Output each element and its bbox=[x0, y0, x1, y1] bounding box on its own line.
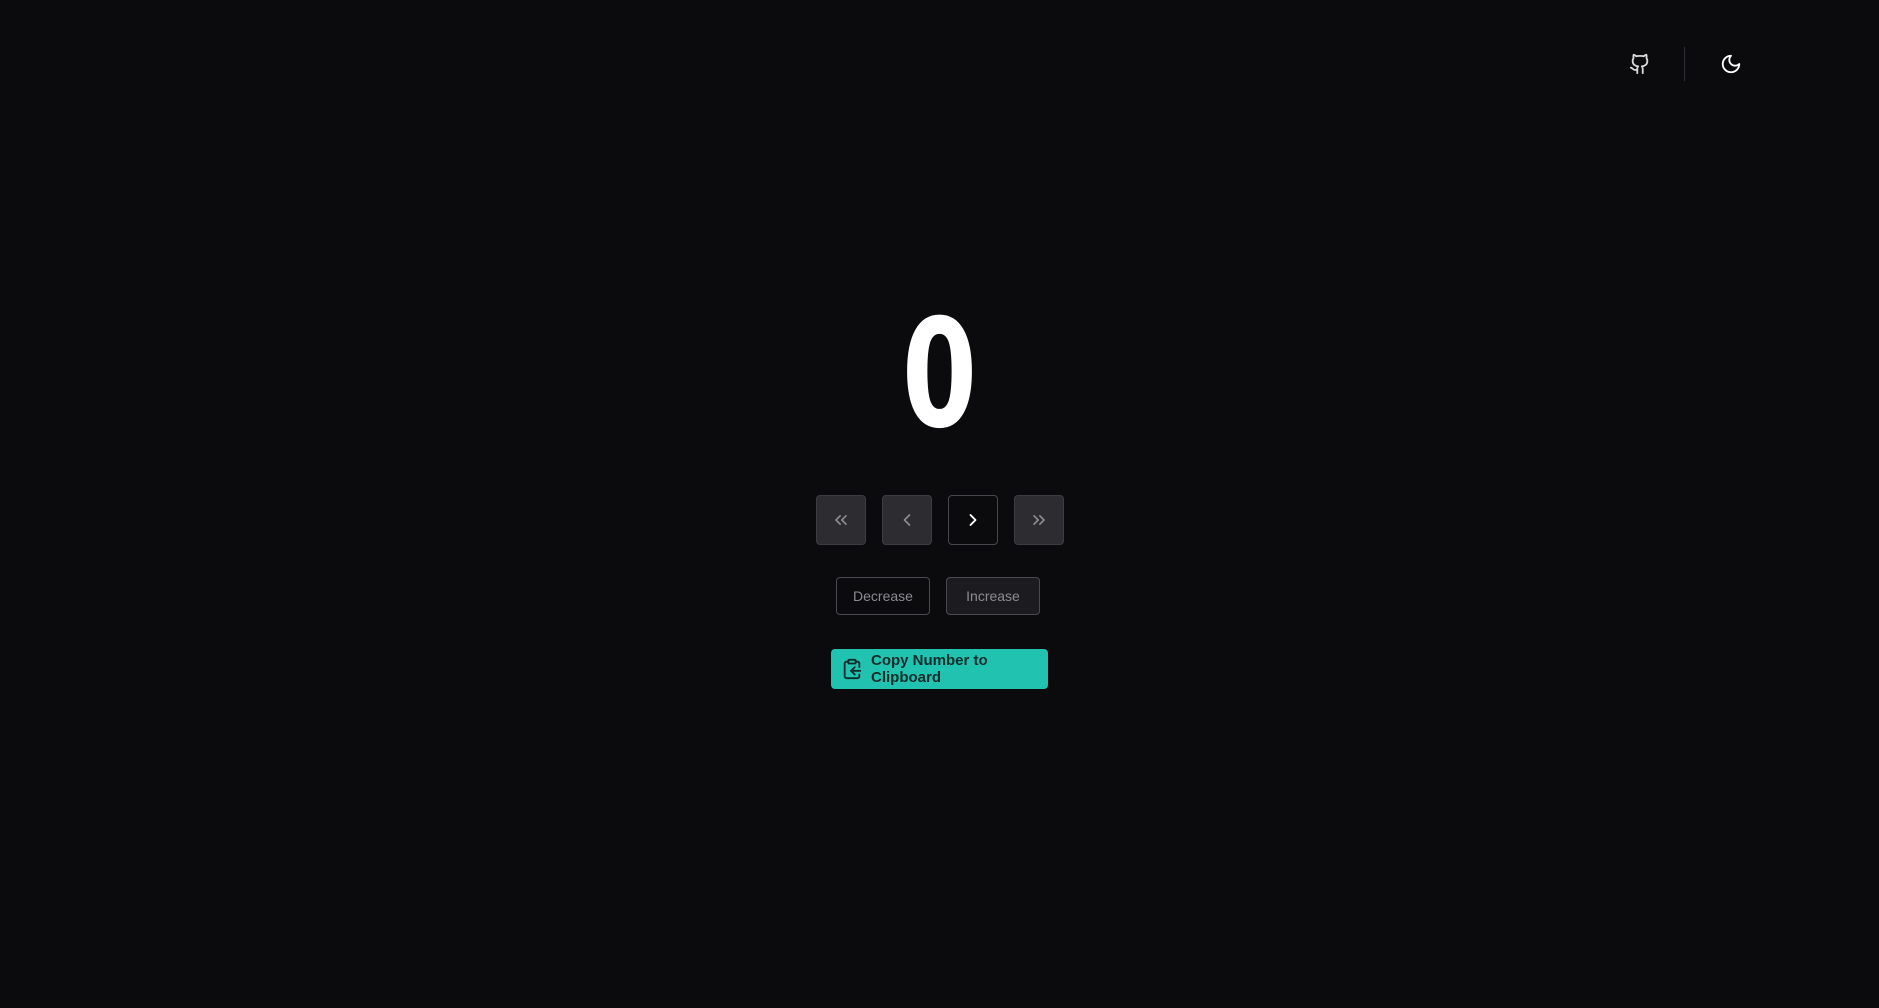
step-controls bbox=[816, 495, 1064, 545]
decrease-button[interactable]: Decrease bbox=[836, 577, 930, 615]
header-actions bbox=[1620, 47, 1751, 81]
moon-icon bbox=[1721, 54, 1741, 74]
page: 0 Decrease Increase Copy Number to Clipb… bbox=[0, 0, 1879, 1008]
copy-button-label: Copy Number to Clipboard bbox=[871, 652, 988, 686]
chevron-right-icon bbox=[969, 514, 977, 526]
chevrons-right-icon bbox=[1033, 515, 1045, 525]
header-divider bbox=[1684, 47, 1685, 81]
chevrons-left-icon bbox=[835, 515, 847, 525]
previous-button[interactable] bbox=[882, 495, 932, 545]
chevron-left-icon bbox=[903, 514, 911, 526]
action-buttons: Decrease Increase bbox=[836, 577, 1040, 615]
increase-button[interactable]: Increase bbox=[946, 577, 1040, 615]
github-link[interactable] bbox=[1620, 47, 1660, 81]
next-button[interactable] bbox=[948, 495, 998, 545]
theme-toggle-button[interactable] bbox=[1711, 47, 1751, 81]
last-button[interactable] bbox=[1014, 495, 1064, 545]
github-icon bbox=[1629, 53, 1649, 75]
counter-value: 0 bbox=[901, 288, 978, 462]
clipboard-icon bbox=[841, 657, 863, 681]
copy-to-clipboard-button[interactable]: Copy Number to Clipboard bbox=[831, 649, 1048, 689]
first-button[interactable] bbox=[816, 495, 866, 545]
